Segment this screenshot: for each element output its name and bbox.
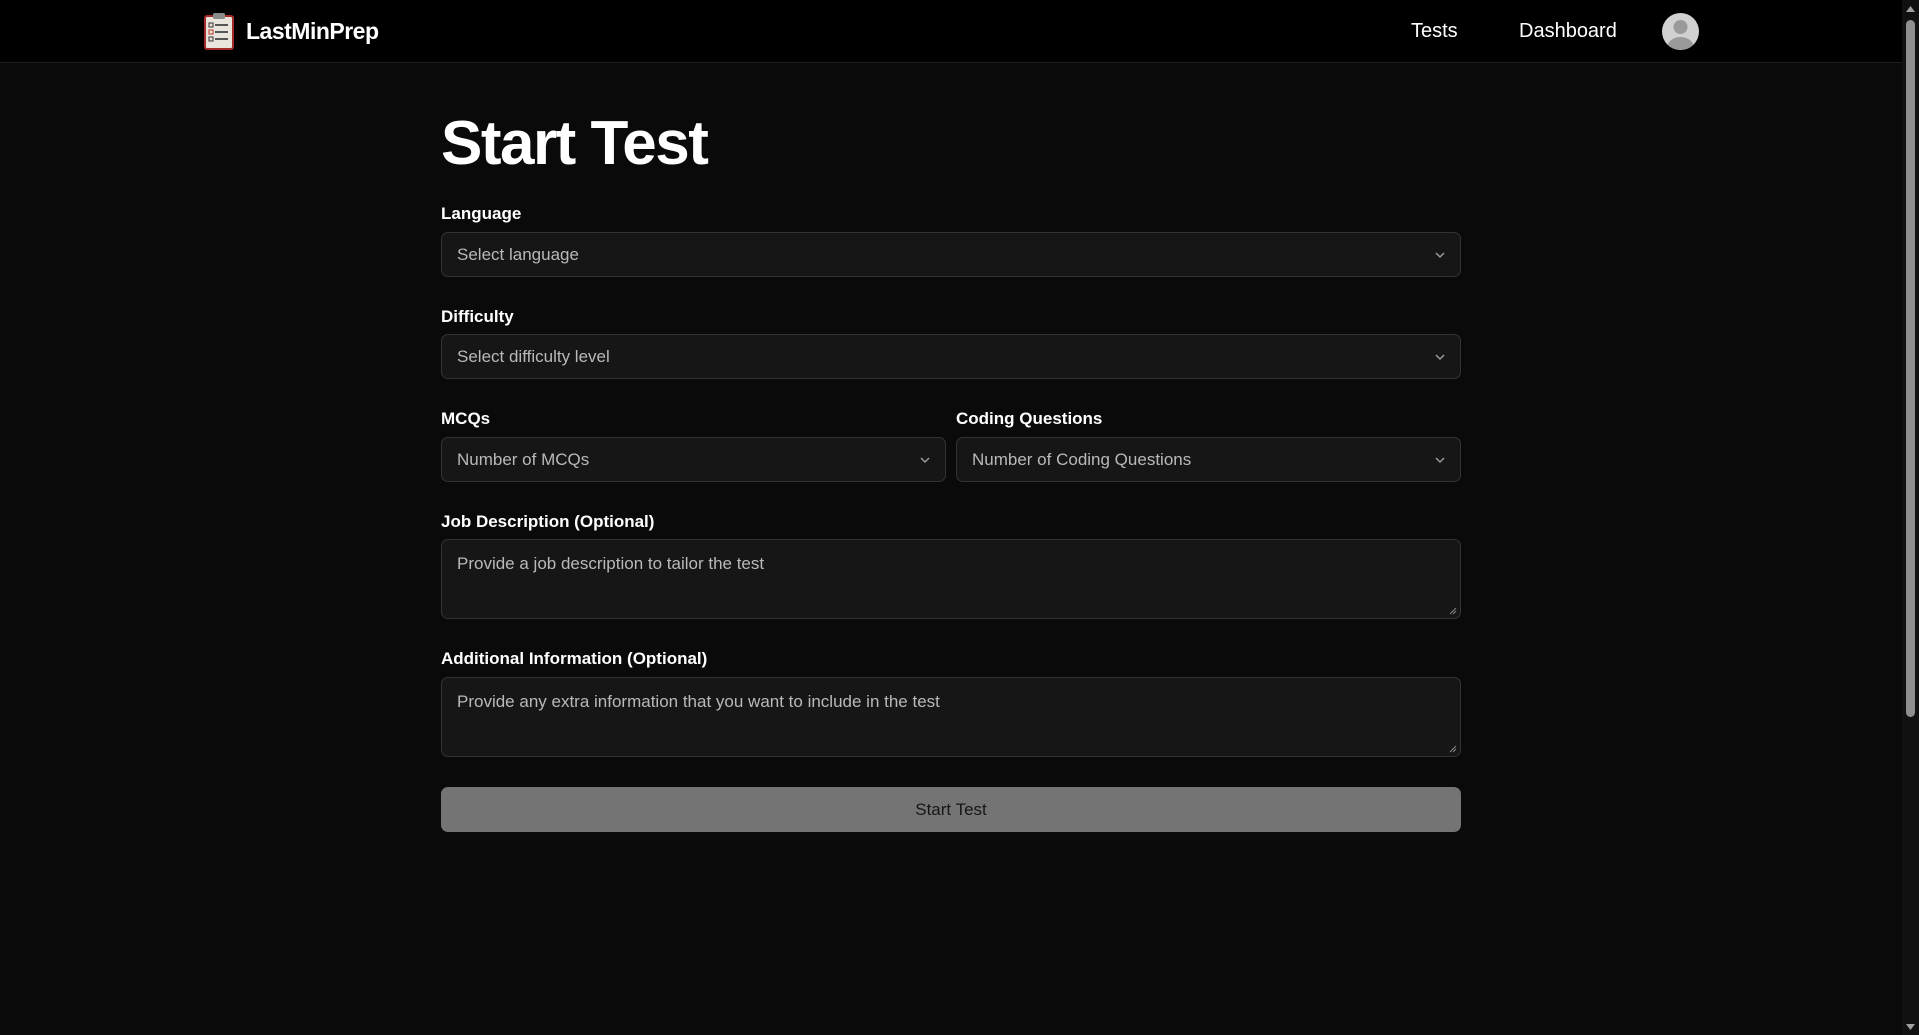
mcqs-select[interactable]: Number of MCQs — [441, 437, 946, 482]
scroll-up-arrow-icon[interactable] — [1902, 0, 1919, 17]
coding-questions-select-value: Number of Coding Questions — [972, 449, 1192, 469]
coding-questions-select[interactable]: Number of Coding Questions — [956, 437, 1461, 482]
top-navbar: LastMinPrep Tests Dashboard — [0, 0, 1902, 63]
chevron-down-icon — [1435, 457, 1445, 464]
additional-info-textarea[interactable]: Provide any extra information that you w… — [441, 677, 1461, 757]
page-title: Start Test — [441, 109, 709, 178]
user-avatar-icon[interactable] — [1662, 13, 1699, 50]
user-silhouette-icon — [1667, 20, 1694, 50]
resize-grip-icon[interactable] — [1449, 745, 1457, 753]
chevron-down-icon — [1435, 354, 1445, 361]
vertical-scrollbar[interactable] — [1902, 0, 1919, 1035]
job-description-textarea[interactable]: Provide a job description to tailor the … — [441, 539, 1461, 619]
resize-grip-icon[interactable] — [1449, 607, 1457, 615]
start-test-button[interactable]: Start Test — [441, 787, 1461, 832]
scrollbar-thumb[interactable] — [1906, 20, 1915, 717]
coding-questions-label: Coding Questions — [956, 409, 1103, 428]
mcqs-select-value: Number of MCQs — [457, 449, 590, 469]
clipboard-icon — [204, 13, 234, 50]
nav-link-dashboard[interactable]: Dashboard — [1519, 0, 1617, 63]
scroll-down-arrow-icon[interactable] — [1902, 1018, 1919, 1035]
chevron-down-icon — [920, 457, 930, 464]
additional-info-placeholder: Provide any extra information that you w… — [457, 692, 940, 711]
job-description-label: Job Description (Optional) — [441, 512, 655, 531]
nav-link-tests[interactable]: Tests — [1411, 0, 1458, 63]
difficulty-label: Difficulty — [441, 307, 514, 326]
language-select[interactable]: Select language — [441, 232, 1461, 277]
mcqs-label: MCQs — [441, 409, 491, 428]
additional-info-label: Additional Information (Optional) — [441, 649, 708, 668]
chevron-down-icon — [1435, 252, 1445, 259]
brand-name: LastMinPrep — [246, 17, 379, 44]
brand[interactable]: LastMinPrep — [204, 12, 379, 50]
difficulty-select-value: Select difficulty level — [457, 346, 610, 366]
job-description-placeholder: Provide a job description to tailor the … — [457, 554, 765, 573]
language-label: Language — [441, 204, 522, 223]
language-select-value: Select language — [457, 244, 579, 264]
difficulty-select[interactable]: Select difficulty level — [441, 334, 1461, 379]
